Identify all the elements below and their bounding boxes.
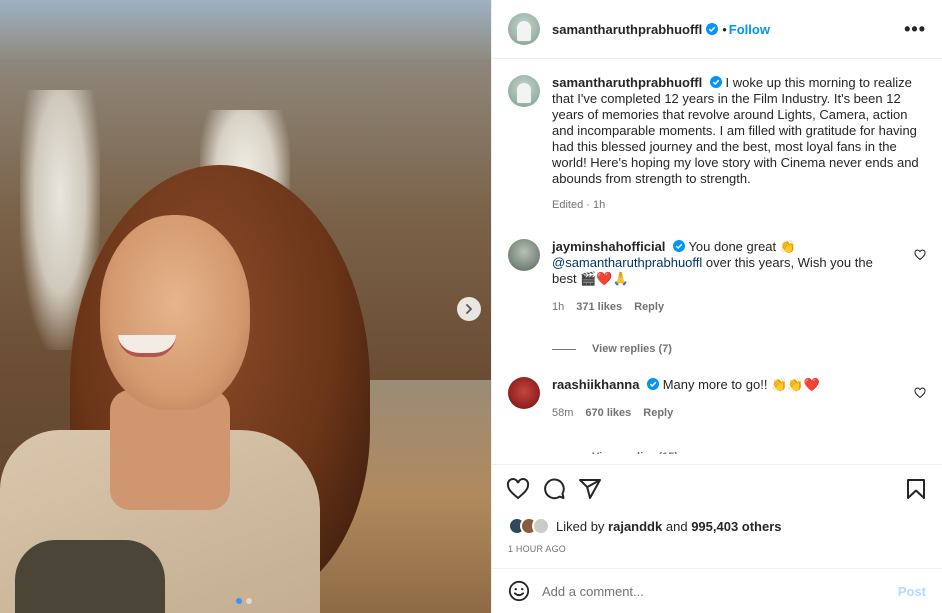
comment-meta: 58m 670 likes Reply (552, 405, 897, 421)
comment-text: You done great 👏 (688, 239, 796, 254)
comment-body: raashiikhanna Many more to go!! 👏👏❤️ 58m… (552, 377, 897, 421)
comment-text: Many more to go!! 👏👏❤️ (662, 377, 820, 392)
comment-body: jayminshahofficial You done great 👏 @sam… (552, 239, 897, 315)
comment-like-icon[interactable] (914, 387, 926, 399)
action-bar (492, 464, 942, 512)
photo-sky (0, 0, 491, 60)
comment-time: 58m (552, 407, 574, 419)
verified-badge-icon (647, 378, 660, 390)
view-replies-button[interactable]: View replies (7) (552, 343, 926, 355)
photo-subject-top (15, 540, 165, 613)
commenter-username[interactable]: raashiikhanna (552, 377, 639, 392)
photo-subject-face (100, 215, 250, 410)
carousel-dot (236, 598, 242, 604)
carousel-next-button[interactable] (457, 297, 481, 321)
comment-time: 1h (552, 301, 565, 313)
replies-divider (552, 348, 576, 350)
caption-meta: Edited · 1h (552, 199, 606, 211)
commenter-username[interactable]: jayminshahofficial (552, 239, 665, 254)
comment-input[interactable] (542, 583, 898, 599)
verified-badge-icon (673, 240, 686, 252)
author-avatar[interactable] (508, 13, 540, 45)
comment-like-icon[interactable] (914, 249, 926, 261)
carousel-dot (246, 598, 252, 604)
likes-summary: Liked by rajanddk and 995,403 others (492, 512, 942, 540)
post-photo (0, 0, 491, 613)
post-timestamp: 1 HOUR AGO (508, 544, 567, 554)
share-icon[interactable] (578, 477, 602, 501)
carousel-dots (236, 598, 252, 604)
caption-username[interactable]: samantharuthprabhuoffl (552, 75, 702, 90)
comment-icon[interactable] (542, 477, 566, 501)
reply-button[interactable]: Reply (643, 405, 673, 421)
liker-avatars (508, 517, 550, 535)
chevron-right-icon (466, 304, 473, 314)
post-modal: samantharuthprabhuoffl • Follow ••• sama… (0, 0, 942, 613)
comment-meta: 1h 371 likes Reply (552, 299, 897, 315)
liker-avatar (532, 517, 550, 535)
author-username[interactable]: samantharuthprabhuoffl (552, 22, 702, 37)
view-replies-label: View replies (7) (592, 343, 672, 355)
reply-button[interactable]: Reply (634, 299, 664, 315)
likes-count[interactable]: 995,403 others (691, 519, 781, 534)
caption-avatar[interactable] (508, 75, 540, 107)
liker-username[interactable]: rajanddk (608, 519, 662, 534)
follow-button[interactable]: Follow (729, 22, 770, 37)
likes-and: and (665, 518, 688, 534)
comment-likes[interactable]: 670 likes (585, 405, 631, 421)
verified-badge-icon (709, 76, 722, 88)
caption: samantharuthprabhuoffl I woke up this mo… (508, 75, 926, 187)
mention-link[interactable]: @samantharuthprabhuoffl (552, 255, 702, 270)
separator-dot: • (722, 21, 727, 37)
bookmark-icon[interactable] (904, 477, 928, 501)
comment-likes[interactable]: 371 likes (576, 299, 622, 315)
verified-badge-icon (706, 23, 719, 35)
post-side-panel: samantharuthprabhuoffl • Follow ••• sama… (491, 0, 942, 613)
comment: jayminshahofficial You done great 👏 @sam… (508, 239, 926, 315)
heart-icon[interactable] (506, 477, 530, 501)
likes-prefix: Liked by (556, 518, 605, 534)
commenter-avatar[interactable] (508, 377, 540, 409)
caption-text: samantharuthprabhuoffl I woke up this mo… (552, 75, 926, 187)
post-header: samantharuthprabhuoffl • Follow ••• (492, 0, 942, 59)
comments-section[interactable]: samantharuthprabhuoffl I woke up this mo… (492, 59, 942, 464)
more-options-icon[interactable]: ••• (904, 19, 926, 40)
comment: raashiikhanna Many more to go!! 👏👏❤️ 58m… (508, 377, 926, 421)
caption-body: I woke up this morning to realize that I… (552, 75, 919, 186)
commenter-avatar[interactable] (508, 239, 540, 271)
scroll-fade (492, 454, 942, 464)
post-comment-button[interactable]: Post (898, 584, 926, 599)
add-comment-bar: Post (492, 568, 942, 613)
emoji-icon[interactable] (508, 580, 530, 602)
